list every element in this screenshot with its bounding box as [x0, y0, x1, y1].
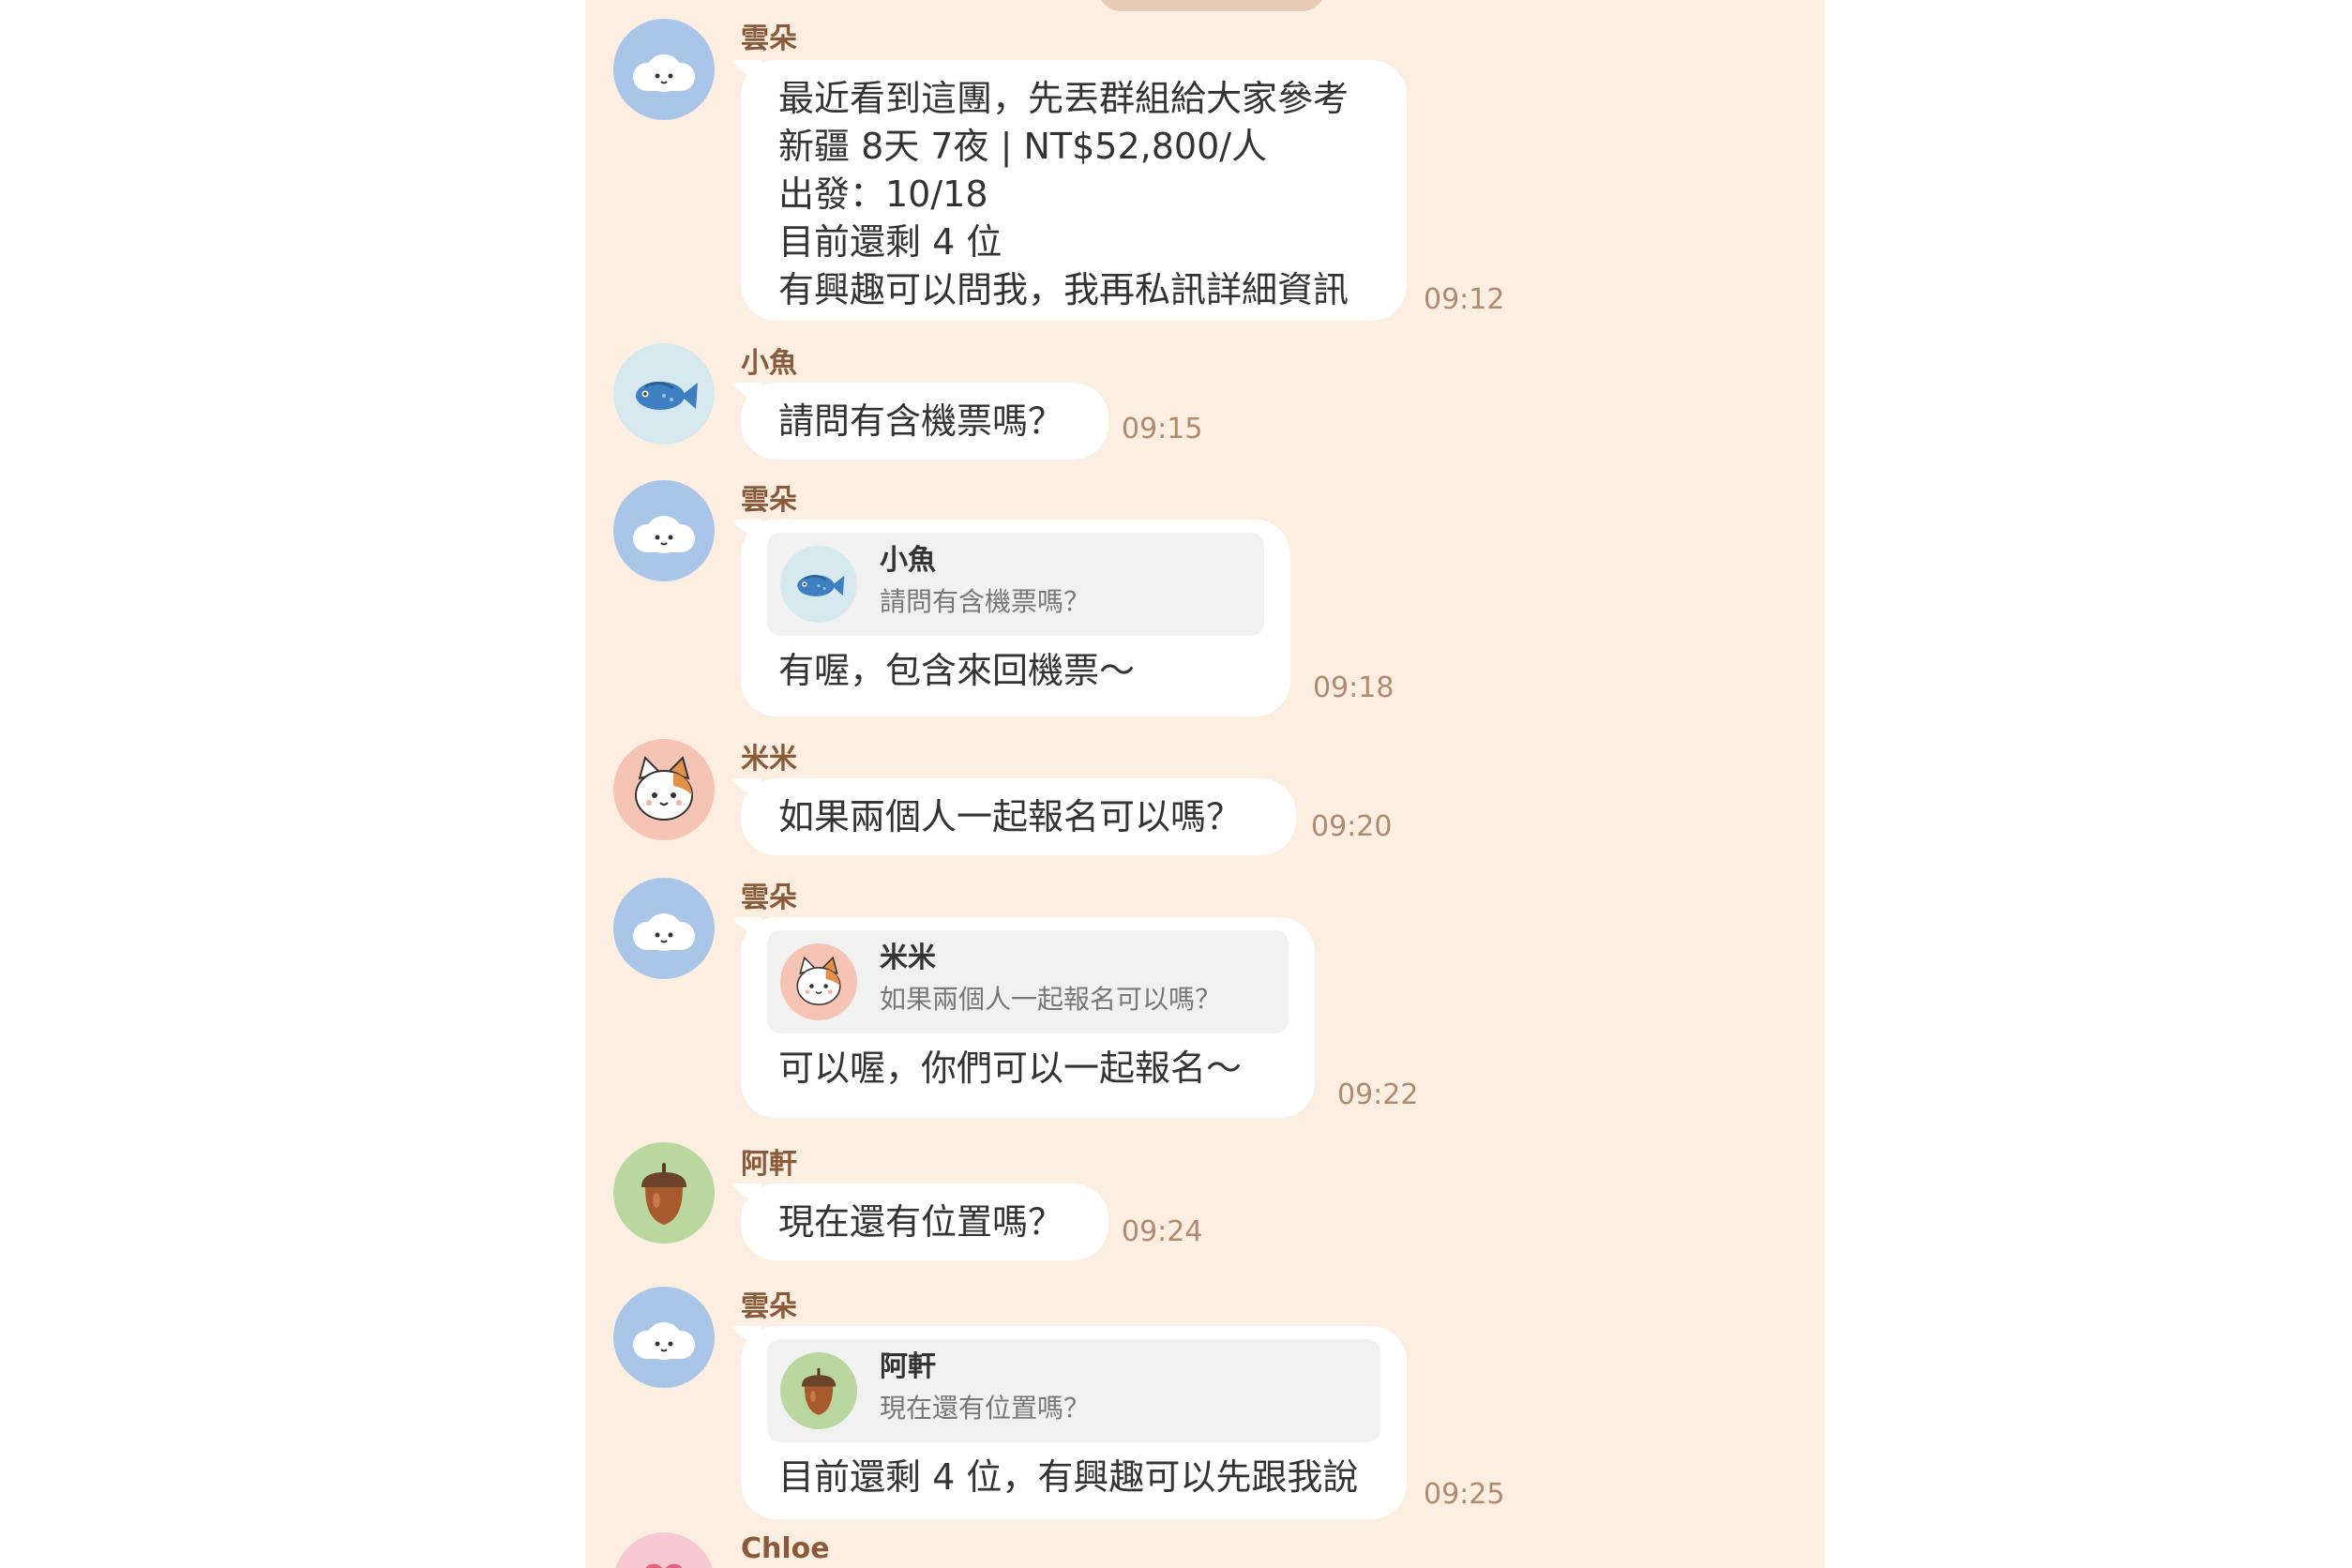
message-timestamp: 09:20: [1311, 810, 1393, 843]
message-bubble[interactable]: 最近看到這團，先丟群組給大家參考 新疆 8天 7夜 | NT$52,800/人 …: [741, 60, 1407, 321]
message-text: 如果兩個人一起報名可以嗎？: [778, 796, 1243, 837]
message-timestamp: 09:12: [1424, 283, 1505, 316]
message-bubble[interactable]: 小魚 請問有含機票嗎？ 有喔，包含來回機票～: [741, 520, 1290, 716]
quoted-sender: 阿軒: [880, 1350, 936, 1383]
heart-icon: [613, 1532, 715, 1568]
reply-quote[interactable]: 阿軒 現在還有位置嗎？: [767, 1339, 1380, 1442]
date-divider-pill: [1097, 0, 1326, 11]
avatar[interactable]: [613, 19, 715, 120]
avatar[interactable]: [613, 1287, 715, 1388]
sender-name: 雲朵: [741, 484, 797, 517]
message-text: 目前還剩 4 位: [778, 221, 1003, 263]
message-text: 請問有含機票嗎？: [778, 400, 1064, 442]
reply-quote[interactable]: 米米 如果兩個人一起報名可以嗎？: [767, 930, 1289, 1033]
message-text: 新疆 8天 7夜 | NT$52,800/人: [778, 126, 1268, 167]
quoted-sender: 小魚: [880, 544, 936, 577]
message-bubble[interactable]: 如果兩個人一起報名可以嗎？: [741, 778, 1296, 855]
acorn-icon: [613, 1142, 715, 1244]
sender-name: 阿軒: [741, 1148, 797, 1181]
sender-name: 小魚: [741, 347, 797, 380]
cat-icon: [780, 943, 857, 1020]
message-text: 出發：10/18: [778, 173, 988, 215]
avatar[interactable]: [613, 343, 715, 445]
quoted-avatar: [780, 943, 857, 1020]
message-bubble[interactable]: 米米 如果兩個人一起報名可以嗎？ 可以喔，你們可以一起報名～: [741, 917, 1315, 1118]
message-timestamp: 09:25: [1424, 1478, 1505, 1511]
message-text: 目前還剩 4 位，有興趣可以先跟我說: [778, 1456, 1359, 1498]
cloud-icon: [613, 480, 715, 581]
chat-panel[interactable]: 雲朵 最近看到這團，先丟群組給大家參考 新疆 8天 7夜 | NT$52,800…: [585, 0, 1825, 1568]
quoted-sender: 米米: [880, 942, 936, 974]
quoted-avatar: [780, 546, 857, 623]
message-bubble[interactable]: 現在還有位置嗎？: [741, 1184, 1108, 1260]
avatar[interactable]: [613, 739, 715, 840]
message-text: 可以喔，你們可以一起報名～: [778, 1048, 1243, 1089]
fish-icon: [780, 546, 857, 623]
cloud-icon: [613, 19, 715, 120]
fish-icon: [613, 343, 715, 445]
message-timestamp: 09:18: [1313, 671, 1395, 704]
avatar[interactable]: [613, 878, 715, 979]
acorn-icon: [780, 1352, 857, 1429]
quoted-text: 如果兩個人一起報名可以嗎？: [880, 984, 1222, 1015]
avatar[interactable]: [613, 1532, 715, 1568]
avatar[interactable]: [613, 1142, 715, 1244]
message-bubble[interactable]: 請問有含機票嗎？: [741, 383, 1108, 460]
sender-name: 雲朵: [741, 1290, 797, 1323]
cloud-icon: [613, 878, 715, 979]
message-text: 最近看到這團，先丟群組給大家參考: [778, 78, 1349, 119]
avatar[interactable]: [613, 480, 715, 581]
message-bubble[interactable]: 阿軒 現在還有位置嗎？ 目前還剩 4 位，有興趣可以先跟我說: [741, 1326, 1407, 1519]
reply-quote[interactable]: 小魚 請問有含機票嗎？: [767, 533, 1264, 636]
message-timestamp: 09:15: [1122, 413, 1203, 445]
message-text: 現在還有位置嗎？: [778, 1201, 1064, 1243]
quoted-avatar: [780, 1352, 857, 1429]
sender-name: Chloe: [741, 1532, 830, 1565]
quoted-text: 請問有含機票嗎？: [880, 586, 1091, 617]
message-timestamp: 09:22: [1337, 1078, 1419, 1111]
message-text: 有喔，包含來回機票～: [778, 650, 1136, 691]
cat-icon: [613, 739, 715, 840]
quoted-text: 現在還有位置嗎？: [880, 1393, 1091, 1424]
sender-name: 雲朵: [741, 882, 797, 914]
message-timestamp: 09:24: [1122, 1215, 1203, 1248]
sender-name: 雲朵: [741, 23, 797, 55]
cloud-icon: [613, 1287, 715, 1388]
message-text: 有興趣可以問我，我再私訊詳細資訊: [778, 269, 1349, 310]
sender-name: 米米: [741, 743, 797, 776]
